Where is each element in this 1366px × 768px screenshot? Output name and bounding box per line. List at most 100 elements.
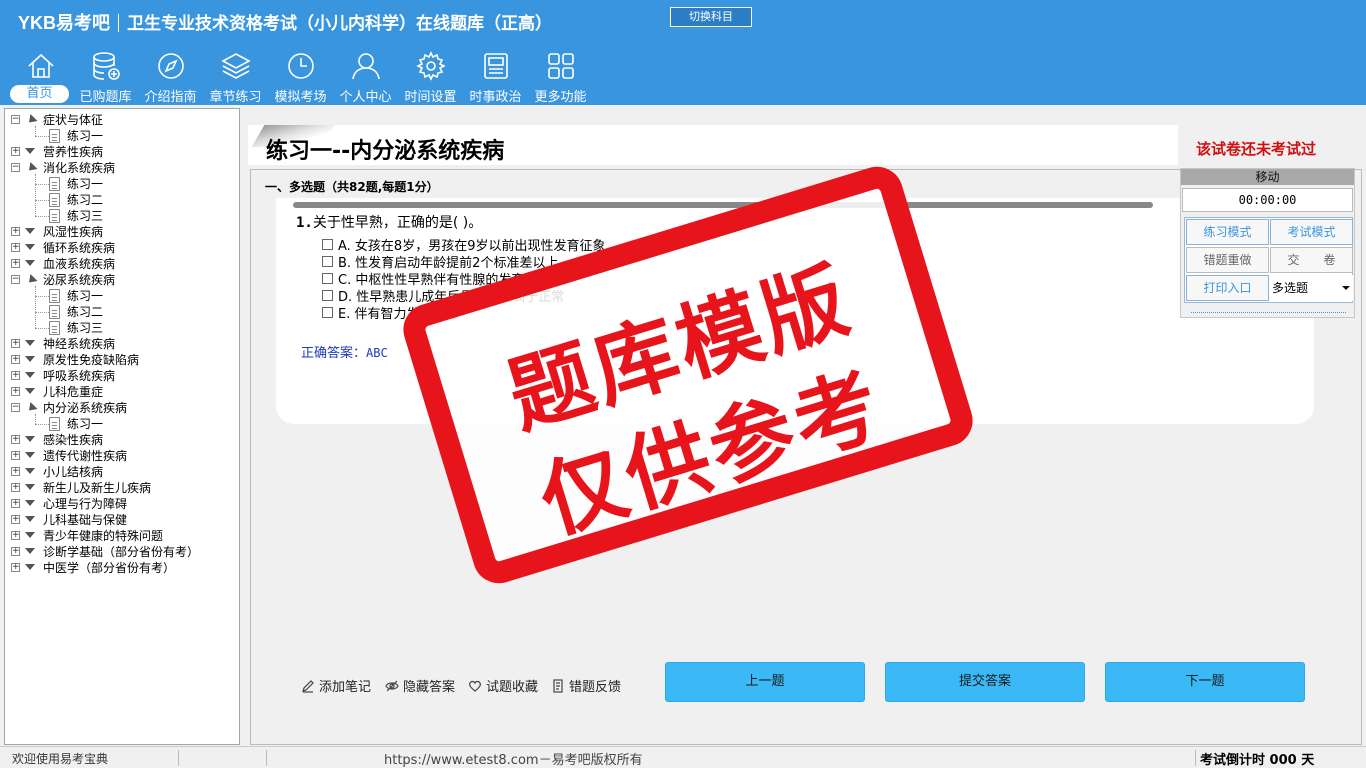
question-text: 关于性早熟，正确的是( )。 [312,215,483,231]
tree-item-label: 小儿结核病 [43,465,104,479]
nav-more[interactable]: 更多功能 [528,48,593,105]
expand-icon[interactable]: + [11,499,20,508]
tree-item-label: 消化系统疾病 [43,161,116,175]
expand-icon[interactable]: + [11,371,20,380]
expand-icon[interactable]: + [11,147,20,156]
layers-icon [220,53,251,79]
user-icon [351,53,380,80]
favorite-label: 试题收藏 [486,680,539,695]
switch-subject-button[interactable]: 切换科目 [670,7,752,27]
print-button[interactable]: 打印入口 [1186,275,1269,301]
option-e-checkbox[interactable] [322,307,333,318]
panel-drag-handle[interactable]: 移动 [1181,169,1354,185]
tree-arrow-icon [25,468,35,474]
nav-profile[interactable]: 个人中心 [333,48,398,105]
expand-icon[interactable]: + [11,387,20,396]
option-b-checkbox[interactable] [322,256,333,267]
next-question-button[interactable]: 下一题 [1105,662,1305,702]
exam-control-panel: 移动 00:00:00 练习模式 考试模式 错题重做 交 卷 打印入口 多选题 [1180,168,1355,318]
expand-icon[interactable]: + [11,259,20,268]
tree-item-label: 风湿性疾病 [43,225,104,239]
answer-value: ABC [366,346,388,360]
correct-answer: 正确答案：ABC [301,342,388,361]
report-error-link[interactable]: 错题反馈 [551,676,621,695]
hand-in-button[interactable]: 交 卷 [1270,247,1353,273]
nav-chapter[interactable]: 章节练习 [203,48,268,105]
app-header: YKB易考吧 卫生专业技术资格考试（小儿内科学）在线题库（正高） 切换科目 首页 … [0,0,1366,105]
expand-icon[interactable]: + [11,243,20,252]
hide-answer-label: 隐藏答案 [403,680,456,695]
prev-question-button[interactable]: 上一题 [665,662,865,702]
option-a-checkbox[interactable] [322,239,333,250]
collapse-icon[interactable]: − [11,403,20,412]
nav-purchased[interactable]: 已购题库 [73,48,138,105]
tree-arrow-icon [25,356,35,362]
nav-chapter-label: 章节练习 [209,90,262,105]
panel-footer-divider [1191,312,1346,314]
tree-arrow-icon [25,244,35,250]
expand-icon[interactable]: + [11,355,20,364]
tree-item-label: 儿科危重症 [43,385,104,399]
tree-arrow-icon [25,484,35,490]
tree-arrow-icon [25,500,35,506]
redo-wrong-button[interactable]: 错题重做 [1186,247,1269,273]
tree-item-label: 神经系统疾病 [43,337,116,351]
report-error-label: 错题反馈 [569,680,622,695]
exam-status-text: 该试卷还未考试过 [1196,140,1317,158]
news-icon [483,53,508,79]
nav-home-label: 首页 [10,85,69,103]
tree-item-label: 青少年健康的特殊问题 [43,529,164,543]
expand-icon[interactable]: + [11,563,20,572]
gear-icon [415,51,446,81]
nav-guide[interactable]: 介绍指南 [138,48,203,105]
question-type-select[interactable]: 多选题 [1270,275,1353,301]
tree-item-label: 感染性疾病 [43,433,104,447]
collapse-icon[interactable]: − [11,275,20,284]
tree-arrow-icon [25,372,35,378]
expand-icon[interactable]: + [11,515,20,524]
hide-answer-link[interactable]: 隐藏答案 [385,676,455,695]
tree-item-label: 呼吸系统疾病 [43,369,116,383]
document-icon [49,129,60,143]
main-nav: 首页 已购题库 介绍指南 章节练习 模拟考场 个人中心 时间设置 时事政治 更多… [8,48,593,105]
pencil-icon [302,679,314,693]
database-add-icon [92,52,120,80]
nav-mock-exam-label: 模拟考场 [274,90,327,105]
favorite-link[interactable]: 试题收藏 [468,676,538,695]
tree-arrow-icon [25,340,35,346]
submit-answer-button[interactable]: 提交答案 [885,662,1085,702]
expand-icon[interactable]: + [11,467,20,476]
tree-item-label: 练习二 [67,305,104,319]
tree-arrow-icon [25,436,35,442]
question-number: 1. [296,215,313,231]
nav-guide-label: 介绍指南 [144,90,197,105]
exam-mode-button[interactable]: 考试模式 [1270,219,1353,245]
nav-more-label: 更多功能 [534,90,587,105]
nav-time-settings[interactable]: 时间设置 [398,48,463,105]
nav-current-affairs[interactable]: 时事政治 [463,48,528,105]
expand-icon[interactable]: + [11,483,20,492]
practice-mode-button[interactable]: 练习模式 [1186,219,1269,245]
expand-icon[interactable]: + [11,451,20,460]
expand-icon[interactable]: + [11,227,20,236]
collapse-icon[interactable]: − [11,115,20,124]
nav-home[interactable]: 首页 [8,48,73,104]
add-note-label: 添加笔记 [319,680,372,695]
heart-icon [469,680,481,692]
option-c-checkbox[interactable] [322,273,333,284]
countdown-text: 考试倒计时 000 天 [1200,753,1315,768]
answer-label: 正确答案： [301,346,367,361]
nav-time-settings-label: 时间设置 [404,90,457,105]
nav-mock-exam[interactable]: 模拟考场 [268,48,333,105]
collapse-icon[interactable]: − [11,163,20,172]
expand-icon[interactable]: + [11,435,20,444]
expand-icon[interactable]: + [11,547,20,556]
add-note-link[interactable]: 添加笔记 [301,676,371,695]
tree-item-label: 练习一 [67,129,104,143]
expand-icon[interactable]: + [11,339,20,348]
expand-icon[interactable]: + [11,531,20,540]
document-icon [49,417,60,431]
compass-icon [157,53,184,79]
option-d-checkbox[interactable] [322,290,333,301]
eye-hidden-icon [385,680,399,691]
